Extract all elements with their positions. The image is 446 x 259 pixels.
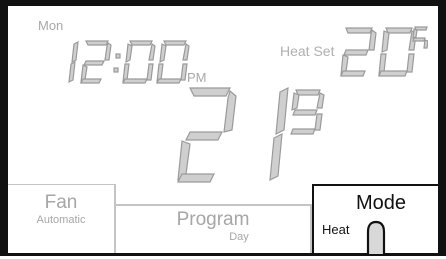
tab-program-value: Day: [229, 231, 249, 243]
clock-digit-1: [68, 40, 79, 84]
tab-bar: Fan Automatic Program Day Mode Heat: [8, 184, 438, 254]
tab-program-label: Program: [176, 209, 250, 230]
tab-fan[interactable]: Fan Automatic: [8, 184, 116, 253]
thermostat-screen: Mon PM Heat Set Fan Automatic Program Da…: [8, 6, 438, 254]
tab-mode[interactable]: Mode Heat: [312, 184, 438, 254]
room-temp-display: [177, 86, 325, 183]
setpoint-display: [340, 26, 428, 77]
tab-fan-label: Fan: [44, 192, 78, 213]
clock-digit-4: [156, 40, 190, 84]
room-digit-2: [177, 87, 237, 183]
room-digit-1: [269, 86, 289, 182]
heat-set-label: Heat Set: [280, 43, 335, 59]
tab-mode-value: Heat: [322, 222, 350, 237]
setpoint-digit-0: [378, 27, 417, 77]
clock-digit-3: [122, 40, 156, 84]
room-decimal-9: [290, 89, 325, 135]
tab-fan-value: Automatic: [36, 214, 86, 226]
ampm-label: PM: [187, 70, 207, 84]
setpoint-digit-2: [340, 27, 377, 77]
tab-program[interactable]: Program Day: [116, 204, 312, 253]
clock-display: PM: [68, 40, 207, 84]
mode-knob-icon[interactable]: [366, 220, 386, 254]
day-label: Mon: [38, 18, 64, 33]
clock-colon: [113, 53, 121, 73]
setpoint-decimal-5: [412, 26, 428, 49]
clock-digit-2: [80, 40, 112, 84]
tab-mode-label: Mode: [355, 192, 407, 214]
